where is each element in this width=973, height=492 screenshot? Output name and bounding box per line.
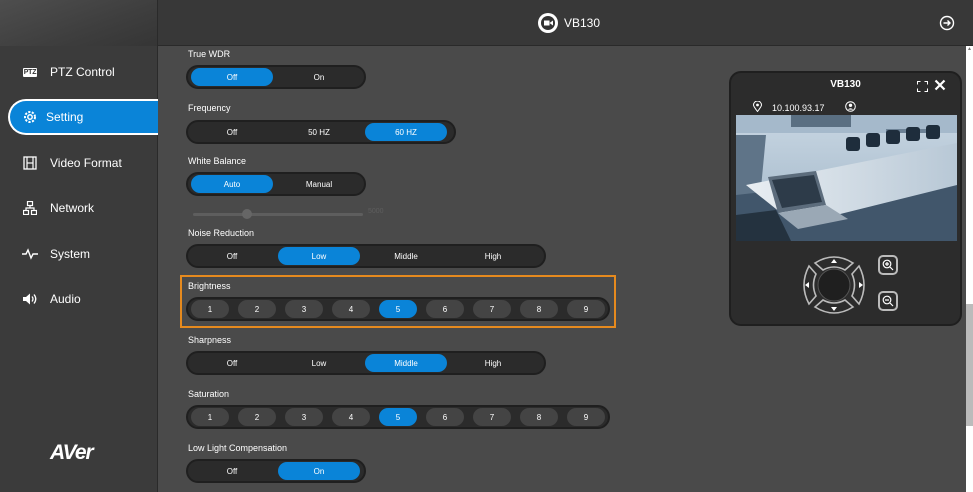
saturation-option-3[interactable]: 3 [285,408,323,426]
noise-reduction-selector: Off Low Middle High [186,244,546,268]
sidebar-item-label: Audio [50,292,81,306]
white-balance-toggle: Auto Manual [186,172,366,196]
pan-left-button[interactable] [803,264,817,306]
noise-reduction-off-option[interactable]: Off [191,247,273,265]
close-icon[interactable] [934,78,946,96]
ptz-dpad [797,253,871,317]
aver-logo: AVer [50,441,94,464]
noise-reduction-middle-option[interactable]: Middle [365,247,447,265]
brightness-selector: 1 2 3 4 5 6 7 8 9 [186,297,610,321]
sharpness-off-option[interactable]: Off [191,354,273,372]
saturation-option-8[interactable]: 8 [520,408,558,426]
logout-icon[interactable] [939,15,955,31]
frequency-off-option[interactable]: Off [191,123,273,141]
pulse-icon [22,246,38,262]
network-icon [22,200,38,216]
true-wdr-on-option[interactable]: On [278,68,360,86]
saturation-option-4[interactable]: 4 [332,408,370,426]
frequency-selector: Off 50 HZ 60 HZ [186,120,456,144]
saturation-option-7[interactable]: 7 [473,408,511,426]
camera-preview-panel: VB130 10.100.93.17 [729,71,962,326]
sharpness-selector: Off Low Middle High [186,351,546,375]
low-light-off-option[interactable]: Off [191,462,273,480]
scroll-up-arrow-icon[interactable]: ▲ [967,46,972,52]
brightness-option-6[interactable]: 6 [426,300,464,318]
frequency-50hz-option[interactable]: 50 HZ [278,123,360,141]
zoom-out-icon[interactable] [878,291,898,311]
sidebar-item-label: System [50,247,91,261]
preview-ip-address: 10.100.93.17 [772,102,825,113]
noise-reduction-low-option[interactable]: Low [278,247,360,265]
white-balance-slider-track[interactable] [193,213,363,216]
sidebar-item-label: Video Format [50,156,122,170]
sharpness-high-option[interactable]: High [452,354,534,372]
saturation-label: Saturation [188,389,230,399]
frequency-60hz-option[interactable]: 60 HZ [365,123,447,141]
brightness-option-3[interactable]: 3 [285,300,323,318]
sidebar-item-video-format[interactable]: Video Format [0,145,158,181]
sidebar-item-system[interactable]: System [0,236,158,272]
sidebar-item-audio[interactable]: Audio [0,281,158,317]
sidebar: PTZ PTZ Control Setting Video Format Net… [0,0,158,492]
sidebar-item-label: PTZ Control [50,65,115,79]
saturation-selector: 1 2 3 4 5 6 7 8 9 [186,405,610,429]
low-light-label: Low Light Compensation [188,443,288,453]
frequency-label: Frequency [188,103,231,113]
white-balance-slider-value: 5000 [368,208,384,215]
brightness-option-5[interactable]: 5 [379,300,417,318]
ip-row: 10.100.93.17 [752,100,856,114]
sidebar-item-network[interactable]: Network [0,190,158,226]
brightness-option-1[interactable]: 1 [191,300,229,318]
pan-down-button[interactable] [813,299,855,314]
pan-up-button[interactable] [813,256,855,271]
saturation-option-2[interactable]: 2 [238,408,276,426]
app-window: PTZ PTZ Control Setting Video Format Net… [0,0,973,492]
scrollbar-thumb[interactable] [966,304,973,426]
brightness-option-4[interactable]: 4 [332,300,370,318]
fullscreen-icon[interactable] [917,79,928,97]
true-wdr-off-option[interactable]: Off [191,68,273,86]
sidebar-item-ptz-control[interactable]: PTZ PTZ Control [0,54,158,90]
true-wdr-toggle: Off On [186,65,366,89]
noise-reduction-label: Noise Reduction [188,228,255,238]
pan-right-button[interactable] [851,264,865,306]
ptz-icon: PTZ [22,67,38,77]
scrollbar[interactable] [966,46,973,492]
sidebar-item-label: Setting [46,110,84,124]
saturation-option-6[interactable]: 6 [426,408,464,426]
zoom-in-icon[interactable] [878,255,898,275]
sidebar-top-band [0,0,157,46]
header-bar: VB130 [158,0,973,46]
sidebar-item-setting[interactable]: Setting [8,99,158,135]
gear-icon [22,109,38,125]
brightness-label: Brightness [188,281,231,291]
header-title-group: VB130 [538,13,600,33]
speaker-icon [22,291,38,307]
white-balance-label: White Balance [188,156,247,166]
sharpness-middle-option[interactable]: Middle [365,354,447,372]
camera-icon [538,13,558,33]
brightness-option-8[interactable]: 8 [520,300,558,318]
white-balance-slider-thumb[interactable] [242,209,252,219]
low-light-on-option[interactable]: On [278,462,360,480]
noise-reduction-high-option[interactable]: High [452,247,534,265]
film-icon [22,155,38,171]
brightness-option-7[interactable]: 7 [473,300,511,318]
white-balance-auto-option[interactable]: Auto [191,175,273,193]
header-title: VB130 [564,16,601,30]
user-icon [844,101,856,114]
saturation-option-9[interactable]: 9 [567,408,605,426]
low-light-toggle: Off On [186,459,366,483]
brightness-option-9[interactable]: 9 [567,300,605,318]
sharpness-low-option[interactable]: Low [278,354,360,372]
true-wdr-label: True WDR [188,49,231,59]
white-balance-manual-option[interactable]: Manual [278,175,360,193]
brightness-option-2[interactable]: 2 [238,300,276,318]
location-pin-icon [752,100,763,114]
sharpness-label: Sharpness [188,335,232,345]
sidebar-item-label: Network [50,201,95,215]
live-video-feed [736,115,957,241]
saturation-option-1[interactable]: 1 [191,408,229,426]
saturation-option-5[interactable]: 5 [379,408,417,426]
